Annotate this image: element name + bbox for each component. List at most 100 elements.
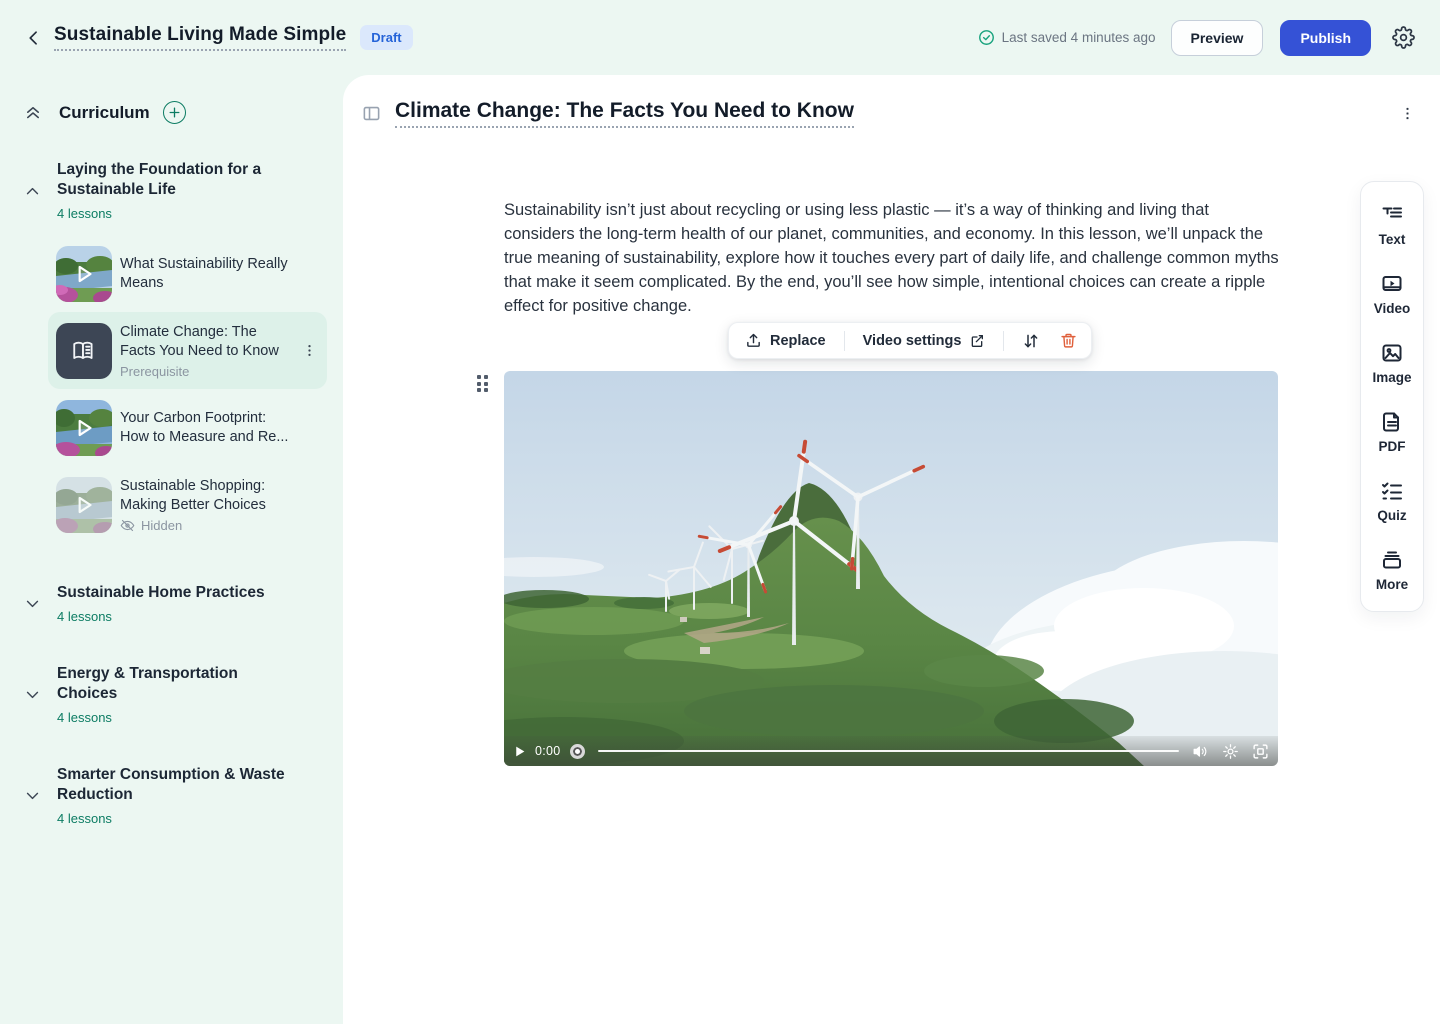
open-book-icon — [71, 338, 97, 364]
lesson-title: Sustainable Shopping: Making Better Choi… — [120, 477, 292, 515]
settings-button[interactable] — [1392, 26, 1415, 49]
toolbar-divider — [1003, 331, 1004, 351]
replace-video-button[interactable]: Replace — [735, 326, 836, 355]
video-icon — [1380, 272, 1404, 296]
section-header-foundation[interactable]: Laying the Foundation for a Sustainable … — [24, 160, 343, 221]
video-thumbnail — [56, 400, 112, 456]
preview-button[interactable]: Preview — [1171, 20, 1264, 56]
reading-lesson-tile — [56, 323, 112, 379]
section-title: Energy & Transportation Choices — [57, 664, 297, 704]
section-title: Sustainable Home Practices — [57, 583, 297, 603]
more-icon — [1380, 548, 1404, 572]
lesson-editor-header: Climate Change: The Facts You Need to Kn… — [362, 99, 1416, 128]
lesson-editor: Climate Change: The Facts You Need to Kn… — [343, 75, 1440, 1024]
lesson-title: Your Carbon Footprint: How to Measure an… — [120, 409, 292, 447]
check-circle-icon — [978, 29, 995, 46]
current-time: 0:00 — [535, 744, 561, 758]
section-title: Laying the Foundation for a Sustainable … — [57, 160, 297, 200]
video-settings-label: Video settings — [863, 333, 962, 349]
back-button[interactable] — [24, 28, 44, 48]
move-block-button[interactable] — [1012, 326, 1050, 356]
video-controls-bar: 0:00 — [504, 736, 1278, 766]
chevron-up-icon — [24, 162, 42, 221]
status-badge: Draft — [360, 25, 412, 50]
text-icon — [1380, 203, 1404, 227]
block-drag-handle[interactable] — [477, 375, 499, 397]
chevron-down-icon — [24, 787, 42, 804]
sort-arrows-icon — [1022, 332, 1040, 350]
video-block-toolbar: Replace Video settings — [728, 322, 1092, 359]
lesson-item-what-sustainability-means[interactable]: What Sustainability Really Means — [48, 235, 327, 312]
header-actions: Last saved 4 minutes ago Preview Publish — [978, 20, 1415, 56]
sidebar-toggle-button[interactable] — [362, 104, 381, 123]
curriculum-sidebar: Curriculum Laying the Foundation for a S… — [0, 75, 343, 1024]
lesson-hidden-label: Hidden — [141, 518, 182, 533]
upload-icon — [745, 332, 762, 349]
lesson-body-text[interactable]: Sustainability isn’t just about recyclin… — [504, 198, 1279, 318]
app-header: Sustainable Living Made Simple Draft Las… — [0, 0, 1440, 75]
eye-off-icon — [120, 518, 135, 533]
section-lesson-count: 4 lessons — [57, 710, 297, 725]
more-blocks-button[interactable]: More — [1376, 548, 1408, 592]
insert-image-button[interactable]: Image — [1372, 341, 1411, 385]
plus-icon — [168, 106, 181, 119]
replace-label: Replace — [770, 333, 826, 349]
delete-block-button[interactable] — [1052, 326, 1085, 355]
seek-bar[interactable] — [598, 750, 1179, 753]
double-chevron-up-icon — [24, 104, 42, 122]
video-thumbnail-hidden — [56, 477, 112, 533]
course-title[interactable]: Sustainable Living Made Simple — [54, 24, 346, 51]
player-settings-button[interactable] — [1222, 743, 1239, 760]
video-player[interactable]: 0:00 — [504, 371, 1278, 766]
lesson-list: What Sustainability Really Means Climate… — [0, 235, 343, 543]
collapse-all-button[interactable] — [24, 104, 42, 122]
gear-icon — [1222, 743, 1239, 760]
video-thumbnail — [56, 246, 112, 302]
insert-quiz-button[interactable]: Quiz — [1377, 479, 1406, 523]
lesson-item-sustainable-shopping[interactable]: Sustainable Shopping: Making Better Choi… — [48, 466, 327, 543]
fullscreen-icon — [1252, 743, 1269, 760]
insert-pdf-button[interactable]: PDF — [1379, 410, 1406, 454]
lesson-title: What Sustainability Really Means — [120, 255, 292, 293]
panel-layout-icon — [362, 104, 381, 123]
section-header-energy-transportation[interactable]: Energy & Transportation Choices 4 lesson… — [24, 664, 343, 725]
play-icon — [513, 745, 526, 758]
volume-button[interactable] — [1192, 743, 1209, 760]
toolbar-divider — [844, 331, 845, 351]
quiz-icon — [1380, 479, 1404, 503]
gear-icon — [1392, 26, 1415, 49]
external-link-icon — [969, 333, 985, 349]
fullscreen-button[interactable] — [1252, 743, 1269, 760]
image-icon — [1380, 341, 1404, 365]
play-icon — [56, 246, 112, 302]
lesson-menu-button[interactable] — [302, 343, 317, 358]
volume-icon — [1192, 743, 1209, 760]
section-lesson-count: 4 lessons — [57, 609, 297, 624]
insert-block-palette: Text Video Image PDF Quiz More — [1360, 181, 1424, 612]
section-header-home-practices[interactable]: Sustainable Home Practices 4 lessons — [24, 583, 343, 624]
lesson-options-button[interactable] — [1399, 105, 1416, 122]
autosave-status: Last saved 4 minutes ago — [978, 29, 1156, 46]
wind-farm-video-frame — [504, 371, 1278, 766]
lesson-prerequisite-label: Prerequisite — [120, 364, 292, 379]
seek-handle[interactable] — [570, 744, 585, 759]
section-title: Smarter Consumption & Waste Reduction — [57, 765, 297, 805]
play-button[interactable] — [513, 745, 526, 758]
last-saved-text: Last saved 4 minutes ago — [1002, 30, 1156, 45]
chevron-down-icon — [24, 595, 42, 612]
video-settings-button[interactable]: Video settings — [853, 327, 996, 355]
lesson-title: Climate Change: The Facts You Need to Kn… — [120, 323, 292, 361]
lesson-item-climate-change[interactable]: Climate Change: The Facts You Need to Kn… — [48, 312, 327, 389]
play-icon — [56, 400, 112, 456]
add-section-button[interactable] — [163, 101, 186, 124]
publish-button[interactable]: Publish — [1280, 20, 1371, 56]
section-lesson-count: 4 lessons — [57, 811, 297, 826]
kebab-vertical-icon — [1399, 105, 1416, 122]
section-header-smarter-consumption[interactable]: Smarter Consumption & Waste Reduction 4 … — [24, 765, 343, 826]
curriculum-title: Curriculum — [59, 103, 150, 123]
insert-video-button[interactable]: Video — [1374, 272, 1411, 316]
insert-text-button[interactable]: Text — [1379, 203, 1406, 247]
lesson-item-carbon-footprint[interactable]: Your Carbon Footprint: How to Measure an… — [48, 389, 327, 466]
kebab-vertical-icon — [302, 343, 317, 358]
lesson-page-title[interactable]: Climate Change: The Facts You Need to Kn… — [395, 99, 854, 128]
